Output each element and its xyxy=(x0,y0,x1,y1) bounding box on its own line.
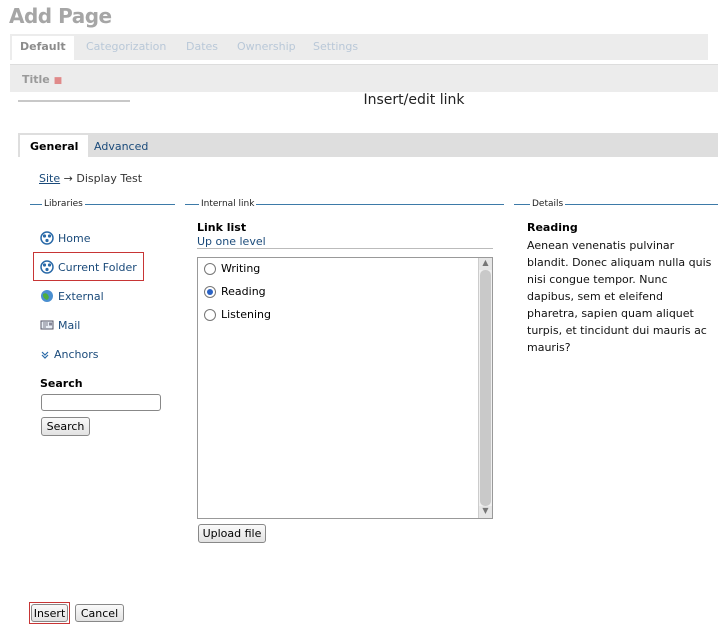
radio-writing[interactable] xyxy=(204,262,216,275)
tab-general[interactable]: General xyxy=(20,135,89,157)
link-list-title: Link list xyxy=(197,221,247,234)
insert-link-dialog: Insert/edit link General Advanced Site →… xyxy=(0,92,718,631)
breadcrumb-site-link[interactable]: Site xyxy=(39,172,60,185)
list-item-writing[interactable]: Writing xyxy=(204,262,260,275)
list-item-reading[interactable]: Reading xyxy=(204,285,266,298)
search-input[interactable] xyxy=(41,394,161,411)
divider xyxy=(197,248,493,249)
list-item-label: Writing xyxy=(221,262,261,275)
library-item-external[interactable]: External xyxy=(40,289,104,303)
dialog-tabs: General Advanced xyxy=(18,133,718,157)
list-item-label: Listening xyxy=(221,308,271,321)
tab-ownership[interactable]: Ownership xyxy=(237,40,296,53)
page-title: Add Page xyxy=(9,4,112,28)
radio-listening[interactable] xyxy=(204,308,216,321)
mail-icon xyxy=(40,320,54,330)
breadcrumb: Site → Display Test xyxy=(39,172,142,185)
library-item-anchors[interactable]: Anchors xyxy=(40,347,99,361)
library-item-label: Home xyxy=(58,231,91,245)
listbox-scrollbar[interactable]: ▲ ▼ xyxy=(478,258,492,518)
dialog-title: Insert/edit link xyxy=(363,92,465,108)
library-item-label: Anchors xyxy=(54,347,99,361)
details-legend: Details xyxy=(514,199,718,211)
background-tabs: Default Categorization Dates Ownership S… xyxy=(10,34,708,60)
tab-settings[interactable]: Settings xyxy=(313,40,358,53)
anchor-icon xyxy=(41,351,49,359)
libraries-legend: Libraries xyxy=(30,199,175,211)
title-field-label: Title ■ xyxy=(22,73,63,86)
cancel-button[interactable]: Cancel xyxy=(75,604,124,622)
tab-default[interactable]: Default xyxy=(12,36,74,60)
library-item-mail[interactable]: Mail xyxy=(40,318,80,332)
tab-categorization[interactable]: Categorization xyxy=(86,40,166,53)
background-page: Add Page Default Categorization Dates Ow… xyxy=(0,0,718,92)
required-marker: ■ xyxy=(53,76,63,86)
list-item-listening[interactable]: Listening xyxy=(204,308,271,321)
library-item-label: External xyxy=(58,289,104,303)
tab-advanced[interactable]: Advanced xyxy=(84,135,158,157)
globe-icon xyxy=(41,290,53,302)
tab-dates[interactable]: Dates xyxy=(186,40,218,53)
scroll-thumb[interactable] xyxy=(480,270,491,506)
scroll-up-icon[interactable]: ▲ xyxy=(479,258,492,270)
internal-link-legend: Internal link xyxy=(185,199,504,211)
library-item-label: Mail xyxy=(58,318,81,332)
breadcrumb-current: Display Test xyxy=(76,172,143,185)
search-label: Search xyxy=(40,377,83,390)
link-listbox[interactable]: Writing Reading Listening ▲ ▼ xyxy=(197,257,493,519)
library-item-label: Current Folder xyxy=(58,260,137,274)
folder-icon xyxy=(40,260,54,274)
title-field-band: Title ■ xyxy=(10,64,718,92)
search-button[interactable]: Search xyxy=(41,417,90,436)
home-icon xyxy=(40,231,54,245)
breadcrumb-separator: → xyxy=(63,172,73,185)
upload-file-button[interactable]: Upload file xyxy=(198,524,266,543)
details-title: Reading xyxy=(527,221,578,234)
library-item-current-folder[interactable]: Current Folder xyxy=(40,260,137,274)
insert-button[interactable]: Insert xyxy=(31,604,68,622)
library-item-home[interactable]: Home xyxy=(40,231,90,245)
scroll-down-icon[interactable]: ▼ xyxy=(479,506,492,518)
list-item-label: Reading xyxy=(221,285,266,298)
details-description: Aenean venenatis pulvinar blandit. Donec… xyxy=(527,239,712,354)
up-one-level-link[interactable]: Up one level xyxy=(197,235,266,248)
radio-reading[interactable] xyxy=(204,285,216,298)
